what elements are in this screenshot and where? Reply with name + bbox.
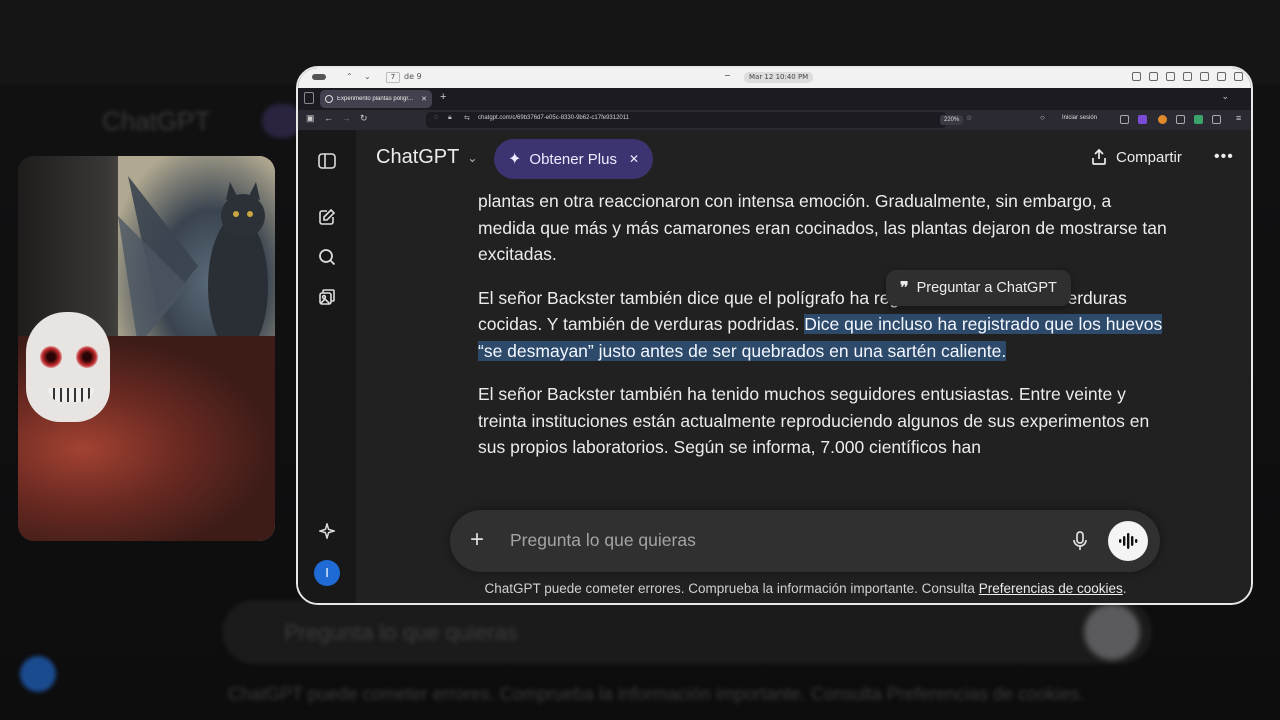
attach-plus-icon[interactable]: + — [470, 527, 484, 553]
sidebar-rail: I — [298, 130, 356, 603]
composer: + Pregunta lo que quieras — [450, 510, 1160, 572]
disclaimer-text: ChatGPT puede cometer errores. Comprueba… — [484, 581, 979, 596]
toggle-sidebar-icon[interactable] — [316, 150, 338, 172]
tab-list-chevron-icon[interactable]: ⌄ — [1221, 91, 1229, 102]
extension-icon[interactable] — [1138, 115, 1147, 124]
background-logo: ChatGPT — [102, 106, 211, 136]
clock[interactable]: Mar 12 10:40 PM — [744, 72, 814, 83]
extension-icon[interactable] — [1176, 115, 1185, 124]
get-plus-button[interactable]: ✦ Obtener Plus ✕ — [494, 139, 654, 179]
mask-mouth — [48, 388, 94, 402]
background-composer-placeholder: Pregunta lo que quieras — [284, 620, 518, 645]
tray-icon[interactable] — [1166, 72, 1175, 81]
get-plus-label: Obtener Plus — [529, 150, 617, 168]
chevron-down-icon[interactable]: ⌄ — [364, 72, 371, 81]
zoom-level[interactable]: 220% — [940, 115, 964, 125]
disclaimer: ChatGPT puede cometer errores. Comprueba… — [298, 581, 1251, 596]
vpn-icon[interactable]: ○ — [1040, 113, 1045, 122]
brand-title: ChatGPT — [376, 146, 460, 168]
reload-icon[interactable]: ↻ — [360, 113, 368, 124]
tray-icon[interactable] — [1183, 72, 1192, 81]
permissions-icon[interactable]: ⇆ — [464, 114, 470, 122]
url-bar[interactable]: ◌ 🔒︎ ⇆ chatgpt.com/c/69b376d7-e05c-8330-… — [426, 112, 972, 128]
ask-chatgpt-label: Preguntar a ChatGPT — [916, 280, 1057, 296]
tray-icon[interactable] — [1132, 72, 1141, 81]
os-top-bar: ⌃ ⌄ 7 de 9 − Mar 12 10:40 PM — [298, 68, 1251, 88]
tray-icons — [1132, 72, 1243, 81]
voice-waveform-icon — [1119, 533, 1138, 549]
webcam-overlay — [18, 156, 275, 541]
sparkle-icon[interactable] — [316, 520, 338, 542]
quote-icon: ❞ — [900, 280, 909, 297]
cookie-preferences-link[interactable]: Preferencias de cookies — [979, 581, 1123, 596]
new-tab-icon[interactable]: + — [440, 91, 446, 103]
library-icon[interactable] — [316, 286, 338, 308]
microphone-icon[interactable] — [1070, 530, 1090, 552]
forward-icon[interactable]: → — [342, 113, 351, 123]
lock-icon[interactable]: 🔒︎ — [448, 114, 452, 122]
close-icon[interactable]: ✕ — [629, 152, 639, 166]
os-pill-indicator — [312, 74, 326, 80]
mask-eye-left — [40, 346, 62, 368]
minus-icon[interactable]: − — [724, 71, 731, 80]
share-label: Compartir — [1116, 148, 1182, 166]
sign-in-button[interactable]: Iniciar sesión — [1062, 115, 1097, 121]
sidebar-toggle-icon[interactable] — [304, 92, 314, 104]
sparkle-icon: ✦ — [508, 151, 522, 168]
page-total: de 9 — [404, 72, 422, 81]
chevron-up-icon[interactable]: ⌃ — [346, 72, 353, 81]
assistant-message: plantas en otra reaccionaron con intensa… — [478, 188, 1168, 518]
close-tab-icon[interactable]: ✕ — [421, 95, 427, 103]
model-selector[interactable]: ChatGPT ⌄ — [376, 146, 477, 169]
extension-icon[interactable] — [1120, 115, 1129, 124]
browser-nav-bar: ▣ ← → ↻ ◌ 🔒︎ ⇆ chatgpt.com/c/69b376d7-e0… — [298, 110, 1251, 130]
page-number-input[interactable]: 7 — [386, 72, 400, 83]
share-icon — [1092, 148, 1106, 165]
background-footer: ChatGPT puede cometer errores. Comprueba… — [228, 684, 1085, 704]
webcam-mask — [26, 312, 110, 422]
new-chat-icon[interactable] — [316, 206, 338, 228]
extension-icon[interactable] — [1212, 115, 1221, 124]
message-paragraph: plantas en otra reaccionaron con intensa… — [478, 191, 1167, 264]
menu-icon[interactable]: ≡ — [1236, 113, 1241, 123]
extension-icon[interactable] — [1158, 115, 1167, 124]
tray-icon[interactable] — [1217, 72, 1226, 81]
more-options-icon[interactable]: ••• — [1214, 148, 1234, 166]
chatgpt-favicon-icon — [325, 95, 333, 103]
ask-chatgpt-popup[interactable]: ❞ Preguntar a ChatGPT — [886, 270, 1071, 306]
tray-icon[interactable] — [1234, 72, 1243, 81]
share-button[interactable]: Compartir — [1090, 148, 1182, 166]
tray-icon[interactable] — [1200, 72, 1209, 81]
browser-tab-strip: Experimento plantas polígr... ✕ + ⌄ — [298, 88, 1251, 110]
disclaimer-end: . — [1122, 581, 1127, 596]
sidebar-icon[interactable]: ▣ — [306, 113, 315, 124]
mask-eye-right — [76, 346, 98, 368]
extension-icon[interactable] — [1194, 115, 1203, 124]
voice-mode-button[interactable] — [1108, 521, 1148, 561]
browser-tab[interactable]: Experimento plantas polígr... ✕ — [320, 90, 432, 108]
back-icon[interactable]: ← — [324, 113, 333, 123]
bookmark-star-icon[interactable]: ☆ — [966, 114, 972, 122]
prompt-input[interactable]: Pregunta lo que quieras — [510, 530, 696, 551]
background-avatar — [20, 656, 56, 692]
message-paragraph: El señor Backster también ha tenido much… — [478, 384, 1150, 457]
background-voice-button — [1084, 604, 1140, 660]
tab-title: Experimento plantas polígr... — [337, 96, 414, 102]
chevron-down-icon: ⌄ — [467, 150, 478, 165]
browser-window: ⌃ ⌄ 7 de 9 − Mar 12 10:40 PM Experimento… — [296, 66, 1253, 605]
url-text[interactable]: chatgpt.com/c/69b376d7-e05c-8330-9b62-c1… — [478, 115, 629, 121]
tracking-shield-icon[interactable]: ◌ — [434, 114, 438, 121]
app-header: ChatGPT ⌄ ✦ Obtener Plus ✕ Compartir ••• — [356, 130, 1251, 188]
tray-icon[interactable] — [1149, 72, 1158, 81]
search-icon[interactable] — [316, 246, 338, 268]
chatgpt-app: I ChatGPT ⌄ ✦ Obtener Plus ✕ Compartir •… — [298, 130, 1251, 603]
